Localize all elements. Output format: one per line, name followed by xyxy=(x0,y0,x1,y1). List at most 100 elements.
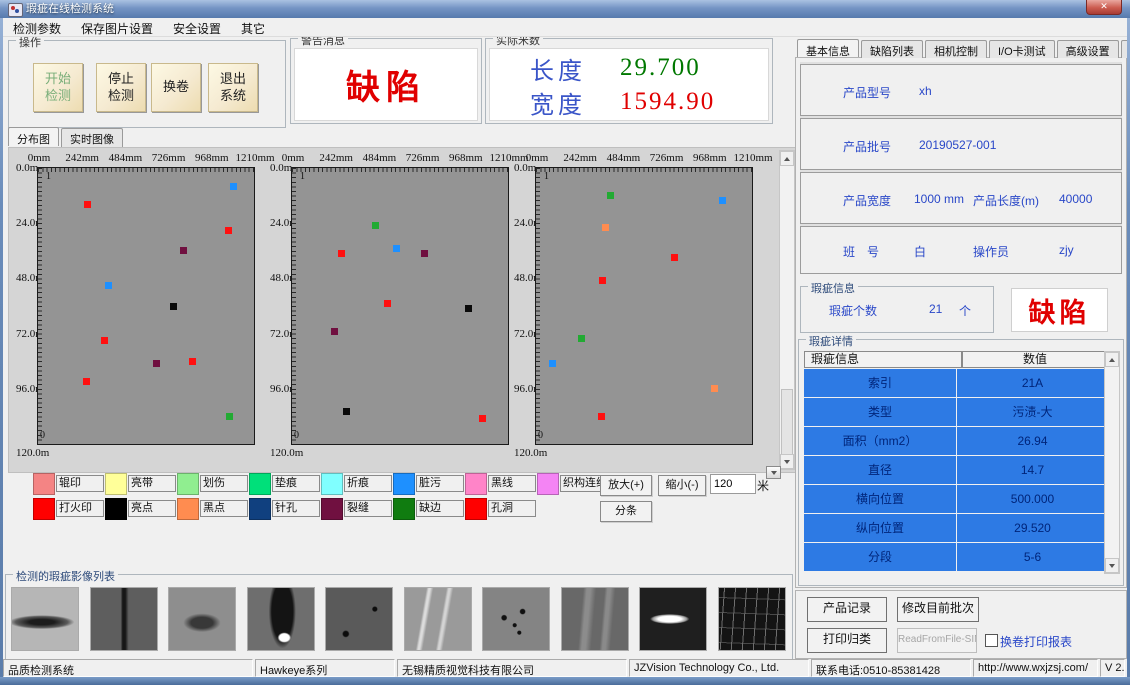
x-tick-label: 484mm xyxy=(105,152,145,164)
menu-bar: 检测参数保存图片设置安全设置其它 xyxy=(3,18,1127,37)
defect-point xyxy=(719,197,726,204)
status-cell-4: JZVision Technology Co., Ltd. xyxy=(629,659,809,677)
table-header-info: 瑕疵信息 xyxy=(804,351,962,368)
print-classify-button[interactable]: 打印归类 xyxy=(807,628,887,653)
zoom-out-button[interactable]: 缩小(-) xyxy=(658,475,706,496)
product-width-value: 1000 mm xyxy=(914,192,964,206)
window-border-bottom xyxy=(0,677,1130,685)
plot-scrollbar[interactable] xyxy=(779,150,795,470)
app-window: 瑕疵在线检测系统 ✕ 检测参数保存图片设置安全设置其它 操作 开始 检测停止 检… xyxy=(0,0,1130,685)
defect-point xyxy=(226,413,233,420)
defect-thumbnail-5[interactable] xyxy=(325,587,393,651)
defect-point xyxy=(549,360,556,367)
product-width-label: 产品宽度 xyxy=(843,192,891,209)
thumbnail-group-title: 检测的瑕疵影像列表 xyxy=(13,568,118,584)
plot-panel-1: 0mm242mm484mm726mm968mm1210mm0.0m24.0m48… xyxy=(15,151,273,469)
table-scroll-up-button[interactable] xyxy=(1105,352,1119,367)
modify-batch-button[interactable]: 修改目前批次 xyxy=(897,597,979,622)
x-tick-label: 968mm xyxy=(446,152,486,164)
defect-thumbnail-2[interactable] xyxy=(90,587,158,651)
legend-label: 辊印 xyxy=(56,475,104,492)
table-row[interactable]: 类型污渍-大 xyxy=(804,398,1108,426)
start-detect-button[interactable]: 开始 检测 xyxy=(33,63,83,112)
defect-point xyxy=(84,201,91,208)
close-button[interactable]: ✕ xyxy=(1086,0,1122,15)
dropdown-button[interactable] xyxy=(766,466,781,479)
defect-point xyxy=(338,250,345,257)
defect-thumbnail-6[interactable] xyxy=(404,587,472,651)
menu-item-1[interactable]: 检测参数 xyxy=(3,18,71,36)
legend-label: 黑线 xyxy=(488,475,536,492)
menu-item-2[interactable]: 保存图片设置 xyxy=(71,18,163,36)
table-row[interactable]: 索引21A xyxy=(804,369,1108,397)
length-value: 29.700 xyxy=(620,54,701,82)
defect-point xyxy=(189,358,196,365)
defect-thumbnail-10[interactable] xyxy=(718,587,786,651)
right-tab-bar: 基本信息缺陷列表相机控制I/O卡测试高级设置运行状态信息 xyxy=(797,40,1130,58)
defect-point xyxy=(598,413,605,420)
legend-swatch xyxy=(33,473,55,495)
length-label: 长度 xyxy=(530,51,620,86)
scrollbar-thumb[interactable] xyxy=(781,389,793,455)
table-cell-value: 21A xyxy=(957,369,1108,397)
legend-swatch xyxy=(537,473,559,495)
table-header-value: 数值 xyxy=(962,351,1108,368)
scroll-down-button[interactable] xyxy=(780,454,794,469)
legend-label: 亮带 xyxy=(128,475,176,492)
print-on-roll-change-checkbox[interactable] xyxy=(985,634,998,647)
meters-group: 实际米数 长度 29.700 宽度 1594.90 xyxy=(485,38,773,124)
table-row[interactable]: 横向位置500.000 xyxy=(804,485,1108,513)
split-strip-button[interactable]: 分条 xyxy=(600,501,652,522)
product-record-button[interactable]: 产品记录 xyxy=(807,597,887,622)
right-tab-4[interactable]: I/O卡测试 xyxy=(989,40,1055,58)
defect-thumbnail-8[interactable] xyxy=(561,587,629,651)
legend-swatch xyxy=(177,473,199,495)
legend-label: 脏污 xyxy=(416,475,464,492)
defect-detail-group: 瑕疵详情 瑕疵信息 数值 索引21A类型污渍-大面积（mm2）26.94直径14… xyxy=(798,339,1124,586)
menu-item-4[interactable]: 其它 xyxy=(231,18,275,36)
defect-thumbnail-7[interactable] xyxy=(482,587,550,651)
right-tab-2[interactable]: 缺陷列表 xyxy=(861,40,923,58)
defect-point xyxy=(372,222,379,229)
stop-detect-button[interactable]: 停止 检测 xyxy=(96,63,146,112)
right-tab-5[interactable]: 高级设置 xyxy=(1057,40,1119,58)
x-tick-label: 484mm xyxy=(603,152,643,164)
meters-range-input[interactable] xyxy=(710,474,756,494)
table-cell-value: 29.520 xyxy=(957,514,1108,542)
table-cell-info: 类型 xyxy=(804,398,956,426)
table-row[interactable]: 纵向位置29.520 xyxy=(804,514,1108,542)
view-tab-1[interactable]: 分布图 xyxy=(8,127,59,146)
scroll-up-button[interactable] xyxy=(780,151,794,166)
table-row[interactable]: 直径14.7 xyxy=(804,456,1108,484)
table-row[interactable]: 分段5-6 xyxy=(804,543,1108,571)
x-tick-label: 726mm xyxy=(647,152,687,164)
distribution-plot-area: 0mm242mm484mm726mm968mm1210mm0.0m24.0m48… xyxy=(8,147,796,473)
legend-label: 针孔 xyxy=(272,500,320,517)
operation-group: 操作 开始 检测停止 检测换卷退出 系统 xyxy=(8,40,286,128)
legend-label: 黑点 xyxy=(200,500,248,517)
status-bar: 品质检测系统Hawkeye系列无锡精质视觉科技有限公司JZVision Tech… xyxy=(3,659,1127,677)
table-cell-info: 直径 xyxy=(804,456,956,484)
product-model-label: 产品型号 xyxy=(843,84,891,101)
defect-thumbnail-1[interactable] xyxy=(11,587,79,651)
table-scrollbar[interactable] xyxy=(1104,351,1120,574)
right-tab-3[interactable]: 相机控制 xyxy=(925,40,987,58)
table-row[interactable]: 面积（mm2）26.94 xyxy=(804,427,1108,455)
change-roll-button[interactable]: 换卷 xyxy=(151,63,201,112)
menu-item-3[interactable]: 安全设置 xyxy=(163,18,231,36)
table-scroll-down-button[interactable] xyxy=(1105,558,1119,573)
defect-count-unit: 个 xyxy=(959,302,971,319)
right-tab-1[interactable]: 基本信息 xyxy=(797,39,859,57)
exit-system-button[interactable]: 退出 系统 xyxy=(208,63,258,112)
defect-thumbnail-3[interactable] xyxy=(168,587,236,651)
view-tab-2[interactable]: 实时图像 xyxy=(61,128,123,147)
defect-thumbnail-4[interactable] xyxy=(247,587,315,651)
product-length-label: 产品长度(m) xyxy=(973,192,1039,209)
legend-label: 亮点 xyxy=(128,500,176,517)
axis-corner-label: 0 xyxy=(294,430,299,441)
table-cell-value: 500.000 xyxy=(957,485,1108,513)
defect-point xyxy=(105,282,112,289)
defect-detail-table: 瑕疵信息 数值 索引21A类型污渍-大面积（mm2）26.94直径14.7横向位… xyxy=(804,351,1108,571)
defect-thumbnail-9[interactable] xyxy=(639,587,707,651)
zoom-in-button[interactable]: 放大(+) xyxy=(600,475,652,496)
